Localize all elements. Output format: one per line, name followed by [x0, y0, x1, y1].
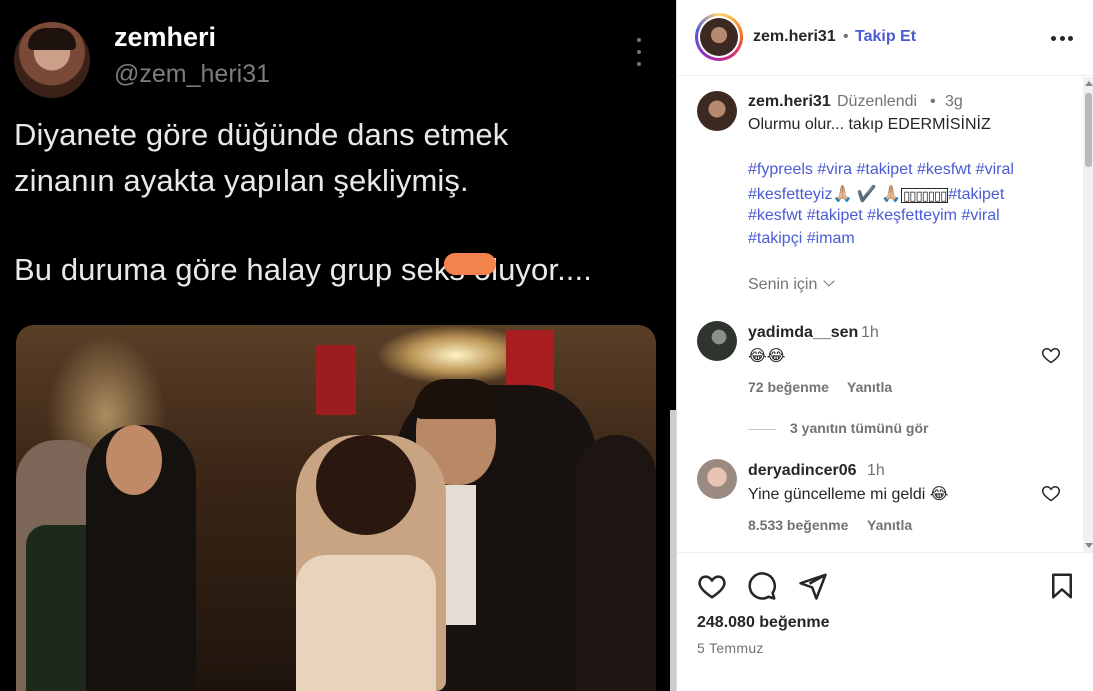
- comment-time[interactable]: 1h: [867, 462, 885, 480]
- tweet-display-name: zemheri: [114, 22, 217, 52]
- tweet-handle: @zem_heri31: [114, 60, 271, 88]
- view-replies-label: 3 yanıtın tümünü gör: [790, 420, 929, 436]
- post-header: zem.heri31 • Takip Et: [677, 0, 1093, 76]
- comment-likes[interactable]: 8.533 beğenme: [748, 517, 848, 533]
- like-comment-heart-icon[interactable]: [1041, 483, 1061, 503]
- comments-list[interactable]: zem.heri31 Düzenlendi • 3g Olurmu olur..…: [677, 77, 1093, 552]
- hashtag-text[interactable]: #takipet: [948, 186, 1004, 203]
- story-ring-avatar[interactable]: [695, 13, 743, 61]
- save-bookmark-icon[interactable]: [1047, 571, 1077, 601]
- flag-icon: [316, 345, 356, 415]
- tweet-avatar: [14, 22, 90, 98]
- edited-label: Düzenlendi: [837, 93, 918, 110]
- comment-likes[interactable]: 72 beğenme: [748, 379, 829, 395]
- tweet-text-line: Diyanete göre düğünde dans etmek: [14, 117, 509, 152]
- comment-avatar[interactable]: [697, 459, 737, 499]
- wedding-photo: [16, 325, 656, 691]
- comment-username[interactable]: deryadincer06: [748, 462, 857, 480]
- for-you-label: Senin için: [748, 276, 818, 293]
- hashtags-line[interactable]: #fypreels #vira #takipet #kesfwt #viral: [748, 161, 1068, 179]
- for-you-toggle[interactable]: Senin için: [748, 275, 836, 294]
- comment-time[interactable]: 1h: [861, 324, 879, 342]
- scroll-down-arrow-icon: [1085, 543, 1093, 548]
- avatar: [700, 18, 738, 56]
- tweet-text-line: zinanın ayakta yapılan şekliymiş.: [14, 163, 469, 198]
- comments-scrollbar[interactable]: [1083, 77, 1093, 552]
- comment-avatar[interactable]: [697, 321, 737, 361]
- hashtags-line[interactable]: #kesfwt #takipet #keşfetteyim #viral: [748, 207, 1068, 225]
- reply-button[interactable]: Yanıtla: [867, 517, 912, 533]
- caption-avatar[interactable]: [697, 91, 737, 131]
- reply-button[interactable]: Yanıtla: [847, 379, 892, 395]
- caption-text: Olurmu olur... takıp EDERMİSİNİZ: [748, 116, 991, 133]
- hashtags-line[interactable]: #kesfetteyiz🙏🏼 ✔️ 🙏🏼 ▯▯▯▯▯▯▯ #takipet: [748, 184, 1068, 204]
- post-date[interactable]: 5 Temmuz: [697, 640, 764, 656]
- like-heart-icon[interactable]: [697, 571, 727, 601]
- tweet-more-icon: [634, 38, 644, 66]
- comment-username[interactable]: yadimda__sen: [748, 324, 858, 342]
- follow-button[interactable]: Takip Et: [855, 28, 916, 46]
- view-replies-button[interactable]: 3 yanıtın tümünü gör: [748, 420, 988, 440]
- share-send-icon[interactable]: [798, 571, 828, 601]
- scrollbar-thumb: [1085, 93, 1092, 167]
- post-media[interactable]: zemheri @zem_heri31 Diyanete göre düğünd…: [0, 0, 676, 691]
- header-username[interactable]: zem.heri31: [753, 28, 836, 46]
- comment-text: Yine güncelleme mi geldi 😂: [748, 486, 949, 503]
- tweet-text-line: Bu duruma göre halay grup seks oluyor...…: [14, 252, 592, 287]
- missing-glyph-boxes: ▯▯▯▯▯▯▯: [901, 188, 949, 203]
- comment-text: 😂😂: [748, 348, 786, 365]
- likes-count[interactable]: 248.080 beğenme: [697, 614, 830, 632]
- chevron-down-icon: [823, 275, 836, 287]
- like-comment-heart-icon[interactable]: [1041, 345, 1061, 365]
- separator-dot: •: [843, 28, 849, 45]
- more-options-icon[interactable]: [1051, 36, 1073, 41]
- caption-time[interactable]: 3g: [945, 93, 963, 111]
- caption-username[interactable]: zem.heri31: [748, 93, 831, 111]
- post-panel: zem.heri31 • Takip Et zem.heri31 Düzenle…: [676, 0, 1093, 691]
- separator-dot: •: [930, 93, 936, 110]
- hashtag-text[interactable]: #kesfetteyiz🙏🏼 ✔️ 🙏🏼: [748, 186, 901, 203]
- comment-bubble-icon[interactable]: [747, 571, 777, 601]
- censor-scribble: [444, 253, 496, 275]
- scroll-up-arrow-icon: [1085, 81, 1093, 86]
- action-bar: 248.080 beğenme 5 Temmuz: [677, 552, 1093, 691]
- hashtags-line[interactable]: #takipçi #imam: [748, 230, 1068, 248]
